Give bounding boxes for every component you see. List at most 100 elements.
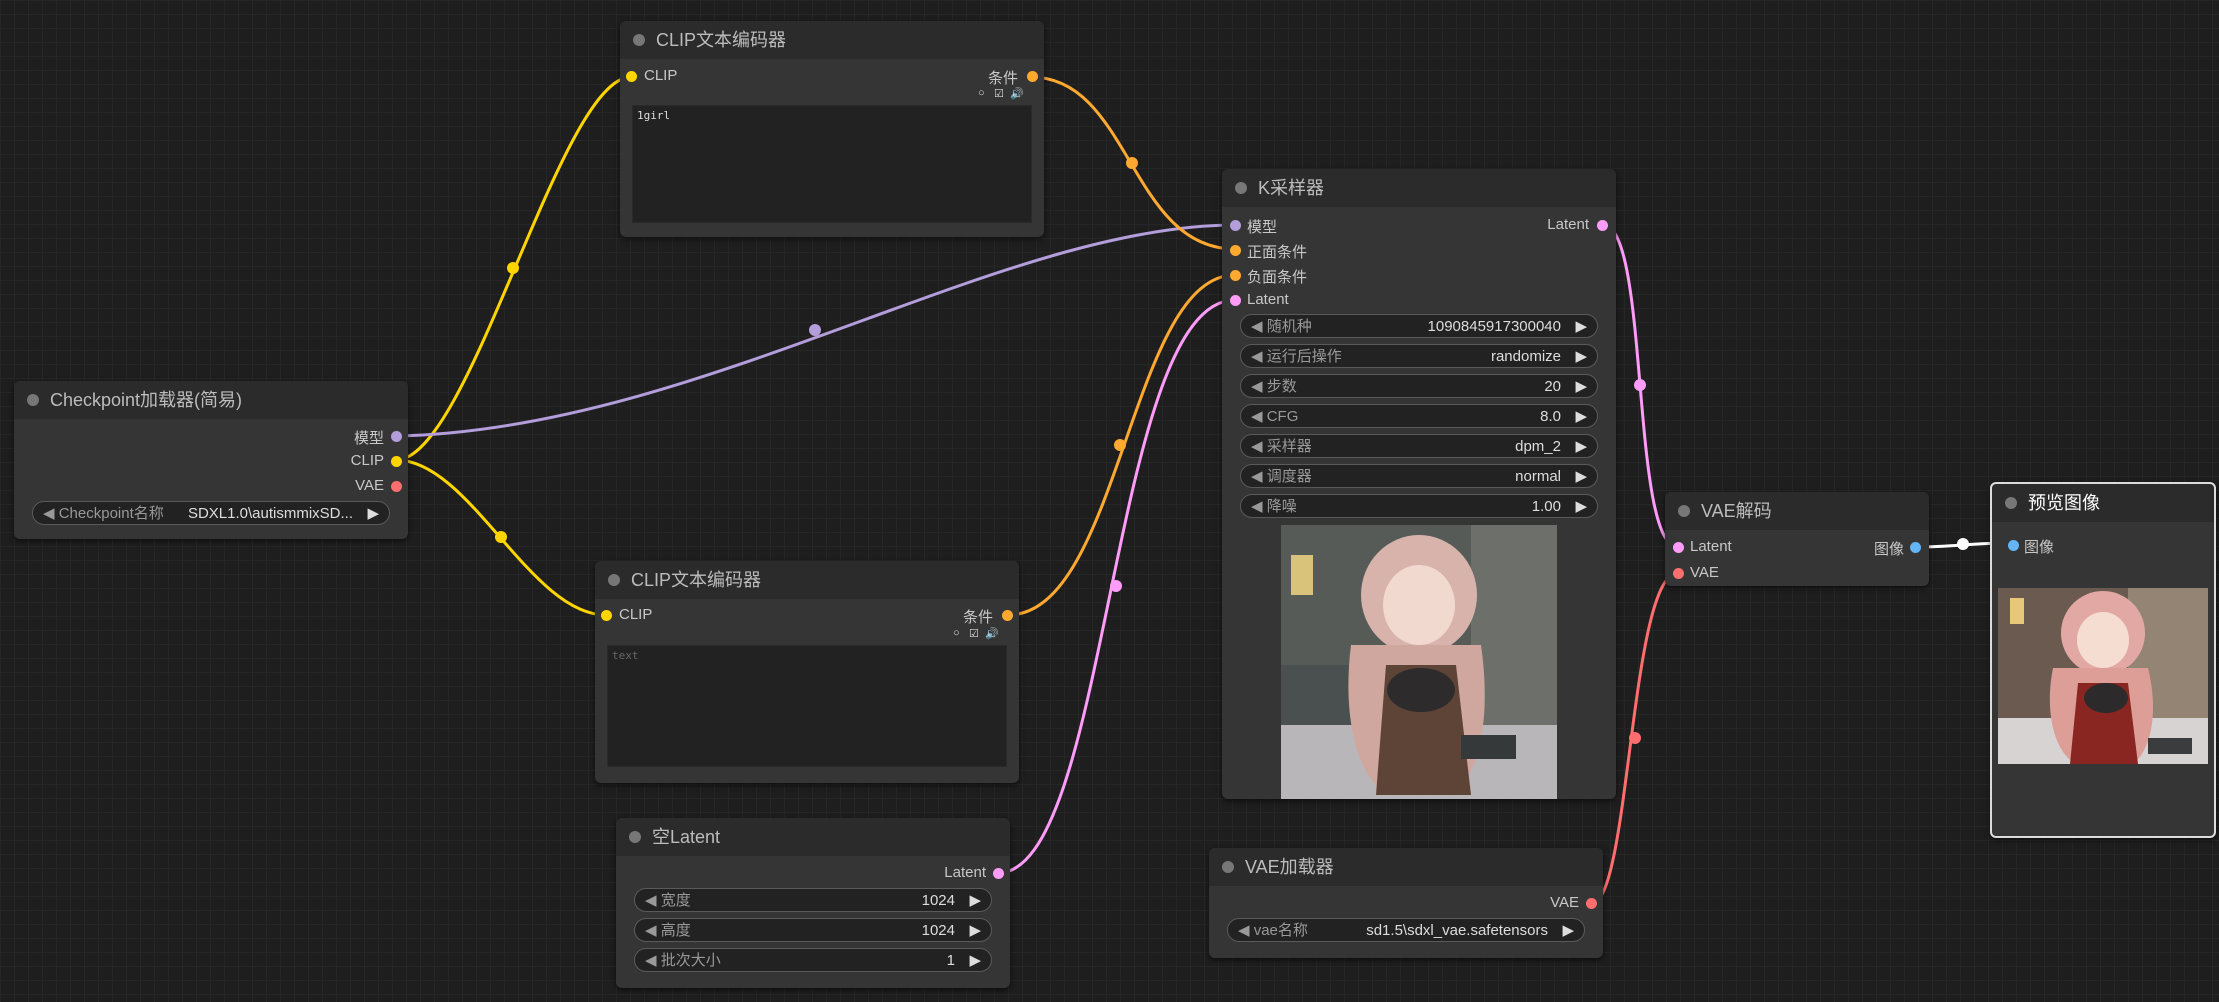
left-arrow-icon[interactable]: ◀ [1251, 438, 1263, 455]
height-number-widget[interactable]: ◀ 高度 1024 ▶ [634, 918, 992, 942]
width-number-widget[interactable]: ◀ 宽度 1024 ▶ [634, 888, 992, 912]
image-input-port[interactable] [2008, 540, 2019, 551]
collapse-dot-icon[interactable] [608, 574, 620, 586]
right-arrow-icon[interactable]: ▶ [1575, 465, 1587, 489]
widget-label: vae名称 [1253, 922, 1308, 939]
collapse-dot-icon[interactable] [629, 831, 641, 843]
node-title-bar[interactable]: CLIP文本编码器 [595, 561, 1019, 599]
vae-output-port[interactable] [1586, 898, 1597, 909]
speaker-icon[interactable]: 🔊 [1010, 87, 1024, 100]
node-title-bar[interactable]: 预览图像 [1992, 484, 2214, 522]
empty-latent-node[interactable]: 空Latent Latent ◀ 宽度 1024 ▶ ◀ 高度 1024 ▶ ◀… [616, 818, 1010, 988]
node-title-bar[interactable]: 空Latent [616, 818, 1010, 856]
node-title-bar[interactable]: CLIP文本编码器 [620, 21, 1044, 59]
scheduler-widget[interactable]: ◀ 调度器 normal ▶ [1240, 464, 1598, 488]
left-arrow-icon[interactable]: ◀ [645, 892, 657, 909]
left-arrow-icon[interactable]: ◀ [43, 505, 55, 522]
vae-loader-node[interactable]: VAE加载器 VAE ◀ vae名称 sd1.5\sdxl_vae.safete… [1209, 848, 1603, 958]
left-arrow-icon[interactable]: ◀ [1251, 348, 1263, 365]
right-arrow-icon[interactable]: ▶ [1575, 405, 1587, 429]
checkbox-icon[interactable]: ☑ [969, 627, 979, 640]
batch-size-number-widget[interactable]: ◀ 批次大小 1 ▶ [634, 948, 992, 972]
prompt-textarea[interactable]: text [607, 645, 1007, 767]
link-midpoint[interactable] [1629, 732, 1641, 744]
right-arrow-icon[interactable]: ▶ [1575, 495, 1587, 519]
right-arrow-icon[interactable]: ▶ [1575, 315, 1587, 339]
link-midpoint[interactable] [507, 262, 519, 274]
positive-input-port[interactable] [1230, 245, 1241, 256]
clip-input-port[interactable] [601, 610, 612, 621]
speaker-icon[interactable]: 🔊 [985, 627, 999, 640]
right-arrow-icon[interactable]: ▶ [1575, 375, 1587, 399]
seed-widget[interactable]: ◀ 随机种 1090845917300040 ▶ [1240, 314, 1598, 338]
left-arrow-icon[interactable]: ◀ [645, 952, 657, 969]
prompt-textarea[interactable]: 1girl [632, 105, 1032, 223]
widget-value: randomize [1490, 348, 1561, 365]
link-midpoint[interactable] [1634, 379, 1646, 391]
image-output-port[interactable] [1910, 542, 1921, 553]
right-arrow-icon[interactable]: ▶ [1575, 345, 1587, 369]
toggle-circle-icon[interactable]: ○ [978, 87, 985, 99]
right-arrow-icon[interactable]: ▶ [1562, 919, 1574, 943]
right-arrow-icon[interactable]: ▶ [969, 949, 981, 973]
conditioning-output-port[interactable] [1027, 71, 1038, 82]
cfg-widget[interactable]: ◀ CFG 8.0 ▶ [1240, 404, 1598, 428]
negative-input-port[interactable] [1230, 270, 1241, 281]
collapse-dot-icon[interactable] [2005, 497, 2017, 509]
vae-name-combo[interactable]: ◀ vae名称 sd1.5\sdxl_vae.safetensors ▶ [1227, 918, 1585, 942]
left-arrow-icon[interactable]: ◀ [1251, 468, 1263, 485]
model-input-port[interactable] [1230, 220, 1241, 231]
model-output-port[interactable] [391, 431, 402, 442]
node-title-bar[interactable]: VAE加载器 [1209, 848, 1603, 886]
toggle-circle-icon[interactable]: ○ [953, 627, 960, 639]
left-arrow-icon[interactable]: ◀ [1251, 408, 1263, 425]
node-title-bar[interactable]: Checkpoint加载器(简易) [14, 381, 408, 419]
node-title: Checkpoint加载器(简易) [50, 390, 243, 410]
node-title-bar[interactable]: VAE解码 [1665, 492, 1929, 530]
node-title-bar[interactable]: K采样器 [1222, 169, 1616, 207]
vae-input-port[interactable] [1673, 568, 1684, 579]
clip-text-encode-negative-node[interactable]: CLIP文本编码器 CLIP 条件 ○ ☑ 🔊 text [595, 561, 1019, 783]
steps-widget[interactable]: ◀ 步数 20 ▶ [1240, 374, 1598, 398]
link-midpoint[interactable] [495, 531, 507, 543]
preview-image-node[interactable]: 预览图像 图像 [1990, 482, 2216, 838]
link-midpoint[interactable] [809, 324, 821, 336]
clip-output-port[interactable] [391, 456, 402, 467]
left-arrow-icon[interactable]: ◀ [1251, 498, 1263, 515]
right-arrow-icon[interactable]: ▶ [969, 919, 981, 943]
link-midpoint[interactable] [1114, 439, 1126, 451]
collapse-dot-icon[interactable] [1222, 861, 1234, 873]
clip-input-port[interactable] [626, 71, 637, 82]
latent-input-port[interactable] [1673, 542, 1684, 553]
collapse-dot-icon[interactable] [27, 394, 39, 406]
vae-decode-node[interactable]: VAE解码 Latent 图像 VAE [1665, 492, 1929, 586]
right-arrow-icon[interactable]: ▶ [367, 502, 379, 526]
link-midpoint[interactable] [1110, 580, 1122, 592]
checkpoint-name-combo[interactable]: ◀ Checkpoint名称 SDXL1.0\autismmixSD... ▶ [32, 501, 390, 525]
right-arrow-icon[interactable]: ▶ [969, 889, 981, 913]
checkpoint-loader-node[interactable]: Checkpoint加载器(简易) 模型 CLIP VAE ◀ Checkpoi… [14, 381, 408, 539]
link-midpoint[interactable] [1126, 157, 1138, 169]
collapse-dot-icon[interactable] [1678, 505, 1690, 517]
latent-input-label: Latent [1247, 291, 1289, 308]
denoise-widget[interactable]: ◀ 降噪 1.00 ▶ [1240, 494, 1598, 518]
ksampler-node[interactable]: K采样器 模型 Latent 正面条件 负面条件 Latent ◀ 随机种 10… [1222, 169, 1616, 799]
control-after-generate-widget[interactable]: ◀ 运行后操作 randomize ▶ [1240, 344, 1598, 368]
collapse-dot-icon[interactable] [633, 34, 645, 46]
latent-output-port[interactable] [993, 868, 1004, 879]
sampler-name-widget[interactable]: ◀ 采样器 dpm_2 ▶ [1240, 434, 1598, 458]
vae-output-port[interactable] [391, 481, 402, 492]
left-arrow-icon[interactable]: ◀ [1251, 378, 1263, 395]
clip-text-encode-positive-node[interactable]: CLIP文本编码器 CLIP 条件 ○ ☑ 🔊 1girl [620, 21, 1044, 237]
link-midpoint[interactable] [1957, 538, 1969, 550]
checkbox-icon[interactable]: ☑ [994, 87, 1004, 100]
right-arrow-icon[interactable]: ▶ [1575, 435, 1587, 459]
collapse-dot-icon[interactable] [1235, 182, 1247, 194]
conditioning-output-port[interactable] [1002, 610, 1013, 621]
latent-input-port[interactable] [1230, 295, 1241, 306]
left-arrow-icon[interactable]: ◀ [645, 922, 657, 939]
left-arrow-icon[interactable]: ◀ [1238, 922, 1250, 939]
latent-output-port[interactable] [1597, 220, 1608, 231]
image-output-label: 图像 [1873, 541, 1904, 558]
left-arrow-icon[interactable]: ◀ [1251, 318, 1263, 335]
